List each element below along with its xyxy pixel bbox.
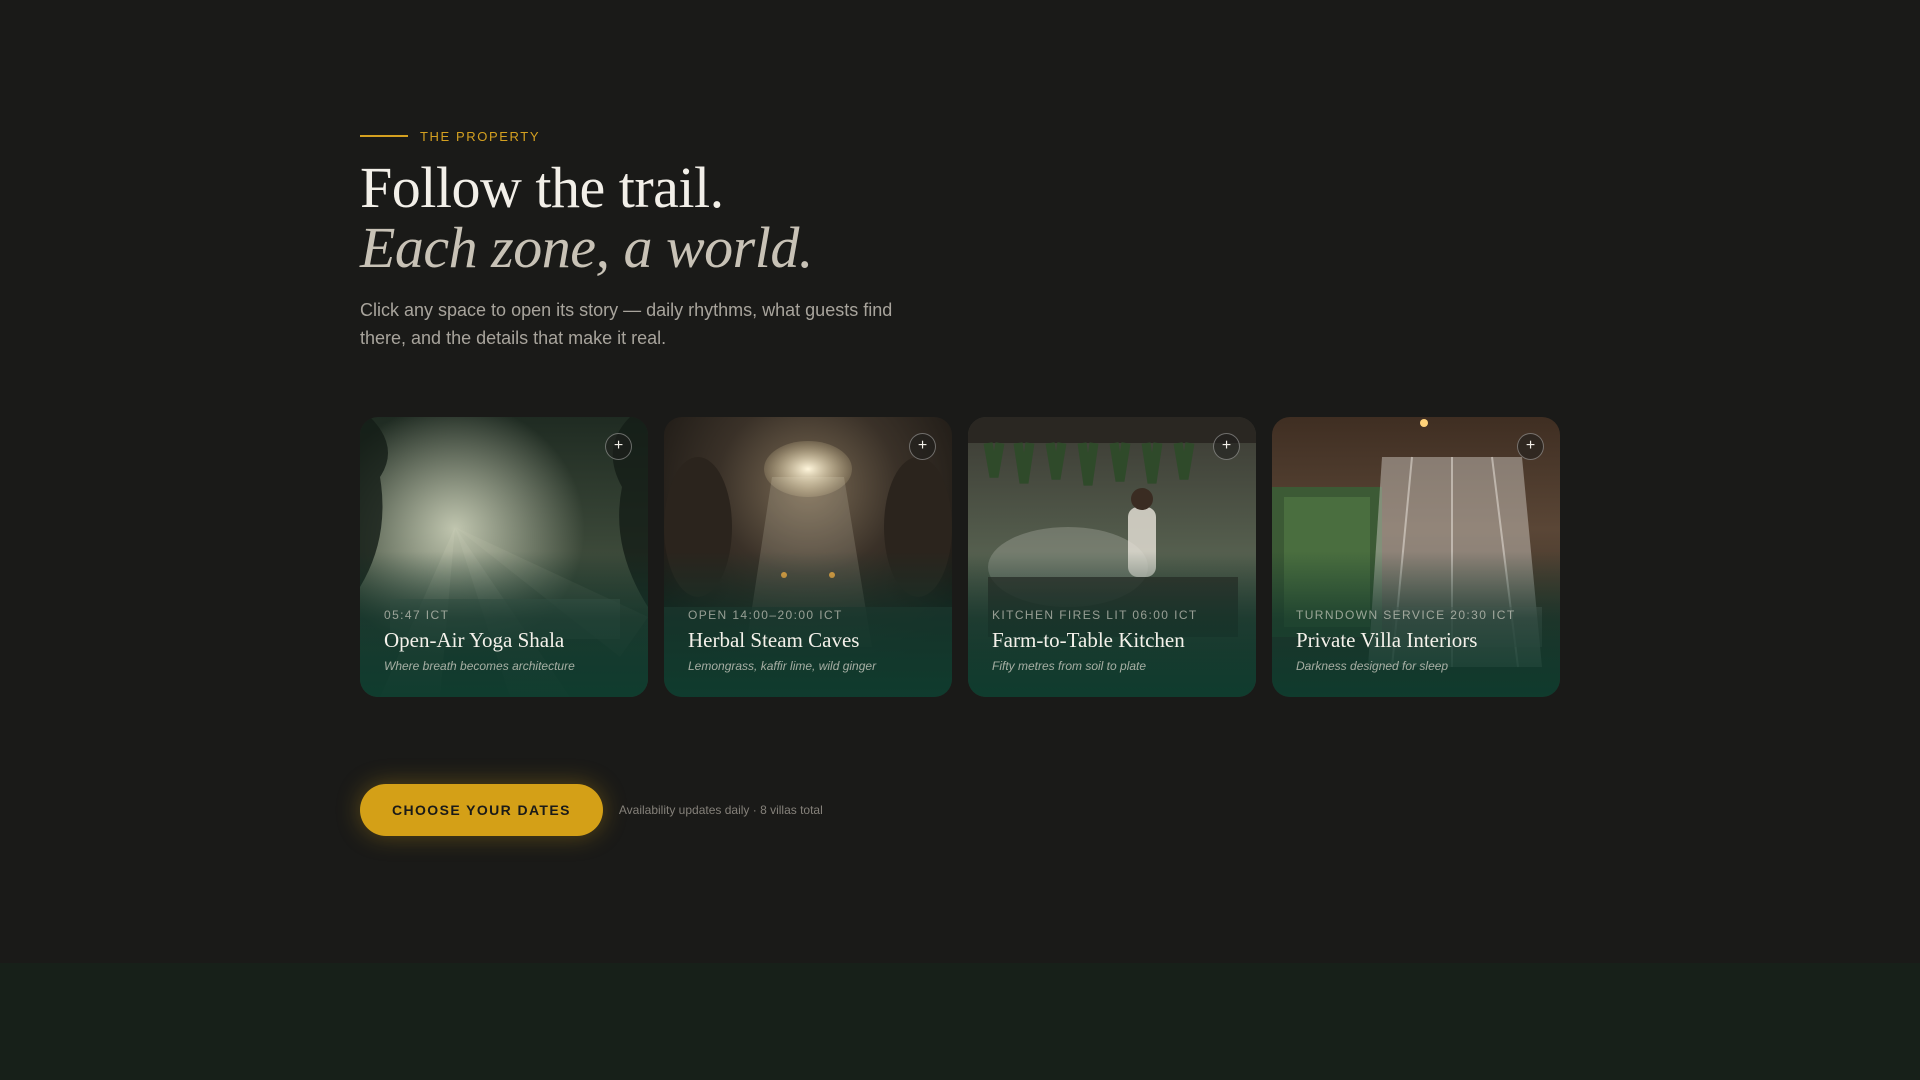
open-villa-button[interactable]: + [1517, 433, 1544, 460]
card-subtitle: Lemongrass, kaffir lime, wild ginger [688, 659, 877, 673]
card-subtitle: Darkness designed for sleep [1296, 659, 1449, 673]
cta-row: CHOOSE YOUR DATES Availability updates d… [360, 784, 823, 836]
eyebrow-label: The Property [420, 128, 541, 144]
zone-card-steam-caves[interactable]: + Open 14:00–20:00 ICT Herbal Steam Cave… [664, 417, 952, 697]
eyebrow-rule [360, 135, 408, 137]
card-meta: Open 14:00–20:00 ICT [688, 608, 843, 622]
card-meta: Kitchen fires lit 06:00 ICT [992, 608, 1198, 622]
card-title: Private Villa Interiors [1296, 628, 1478, 652]
zone-card-yoga-shala[interactable]: + 05:47 ICT Open-Air Yoga Shala Where br… [360, 417, 648, 697]
card-title: Herbal Steam Caves [688, 628, 860, 652]
zone-card-kitchen[interactable]: + Kitchen fires lit 06:00 ICT Farm-to-Ta… [968, 417, 1256, 697]
zone-card-villa[interactable]: + Turndown service 20:30 ICT Private Vil… [1272, 417, 1560, 697]
page-title: Follow the trail. Each zone, a world. [360, 158, 1560, 278]
open-kitchen-button[interactable]: + [1213, 433, 1240, 460]
card-meta: Turndown service 20:30 ICT [1296, 608, 1516, 622]
card-subtitle: Fifty metres from soil to plate [992, 659, 1147, 673]
card-title: Open-Air Yoga Shala [384, 628, 565, 652]
zone-cards: + 05:47 ICT Open-Air Yoga Shala Where br… [360, 417, 1560, 697]
availability-note: Availability updates daily · 8 villas to… [618, 803, 823, 817]
headline-line-2: Each zone, a world. [360, 215, 813, 280]
card-meta: 05:47 ICT [384, 608, 450, 622]
card-title: Farm-to-Table Kitchen [992, 628, 1185, 652]
intro-text: Click any space to open its story — dail… [360, 300, 893, 348]
footer-band [0, 963, 1920, 1080]
choose-dates-button[interactable]: CHOOSE YOUR DATES [360, 784, 603, 836]
card-subtitle: Where breath becomes architecture [384, 659, 575, 673]
eyebrow: The Property [360, 128, 1560, 144]
property-section: The Property Follow the trail. Each zone… [360, 128, 1560, 836]
open-yoga-shala-button[interactable]: + [605, 433, 632, 460]
open-steam-caves-button[interactable]: + [909, 433, 936, 460]
headline-line-1: Follow the trail. [360, 155, 724, 220]
